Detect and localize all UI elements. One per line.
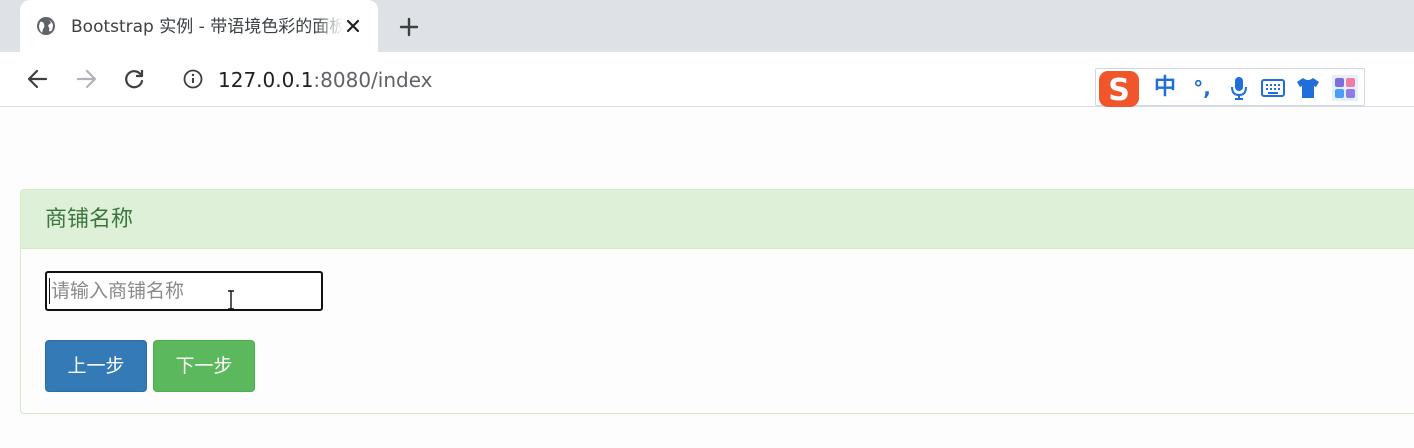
skin-shirt-icon[interactable] (1295, 75, 1321, 101)
browser-tab[interactable]: Bootstrap 实例 - 带语境色彩的面板 (20, 0, 378, 52)
back-arrow-icon[interactable] (25, 66, 51, 92)
chinese-mode-toggle[interactable]: 中 (1152, 75, 1178, 101)
tab-strip: Bootstrap 实例 - 带语境色彩的面板 (0, 0, 1414, 52)
url-host: 127.0.0.1 (218, 68, 314, 92)
sogou-logo-icon[interactable]: S (1096, 69, 1142, 111)
address-bar[interactable]: 127.0.0.1:8080/index (218, 66, 433, 94)
previous-step-button[interactable]: 上一步 (45, 340, 147, 392)
sogou-logo-letter: S (1108, 73, 1130, 108)
ime-toolbar: S 中 °, (1095, 68, 1365, 108)
toolbox-icon[interactable] (1332, 75, 1358, 101)
globe-icon (37, 17, 55, 35)
panel-title: 商铺名称 (45, 207, 134, 232)
keyboard-icon[interactable] (1260, 75, 1286, 101)
microphone-icon[interactable] (1226, 75, 1252, 101)
text-caret (49, 278, 50, 304)
close-icon[interactable] (342, 15, 364, 37)
url-path: :8080/index (313, 68, 433, 92)
text-cursor-icon (228, 290, 234, 310)
shop-name-input[interactable] (45, 271, 323, 311)
punctuation-toggle[interactable]: °, (1189, 75, 1215, 101)
tab-title: Bootstrap 实例 - 带语境色彩的面板 (71, 15, 343, 39)
panel-heading: 商铺名称 (21, 190, 1414, 249)
next-step-button[interactable]: 下一步 (153, 340, 255, 392)
forward-arrow-icon[interactable] (73, 66, 99, 92)
reload-icon[interactable] (121, 66, 147, 92)
info-icon[interactable] (182, 68, 204, 90)
new-tab-plus-icon[interactable] (397, 15, 421, 39)
shop-panel: 商铺名称 上一步 下一步 (20, 189, 1414, 414)
